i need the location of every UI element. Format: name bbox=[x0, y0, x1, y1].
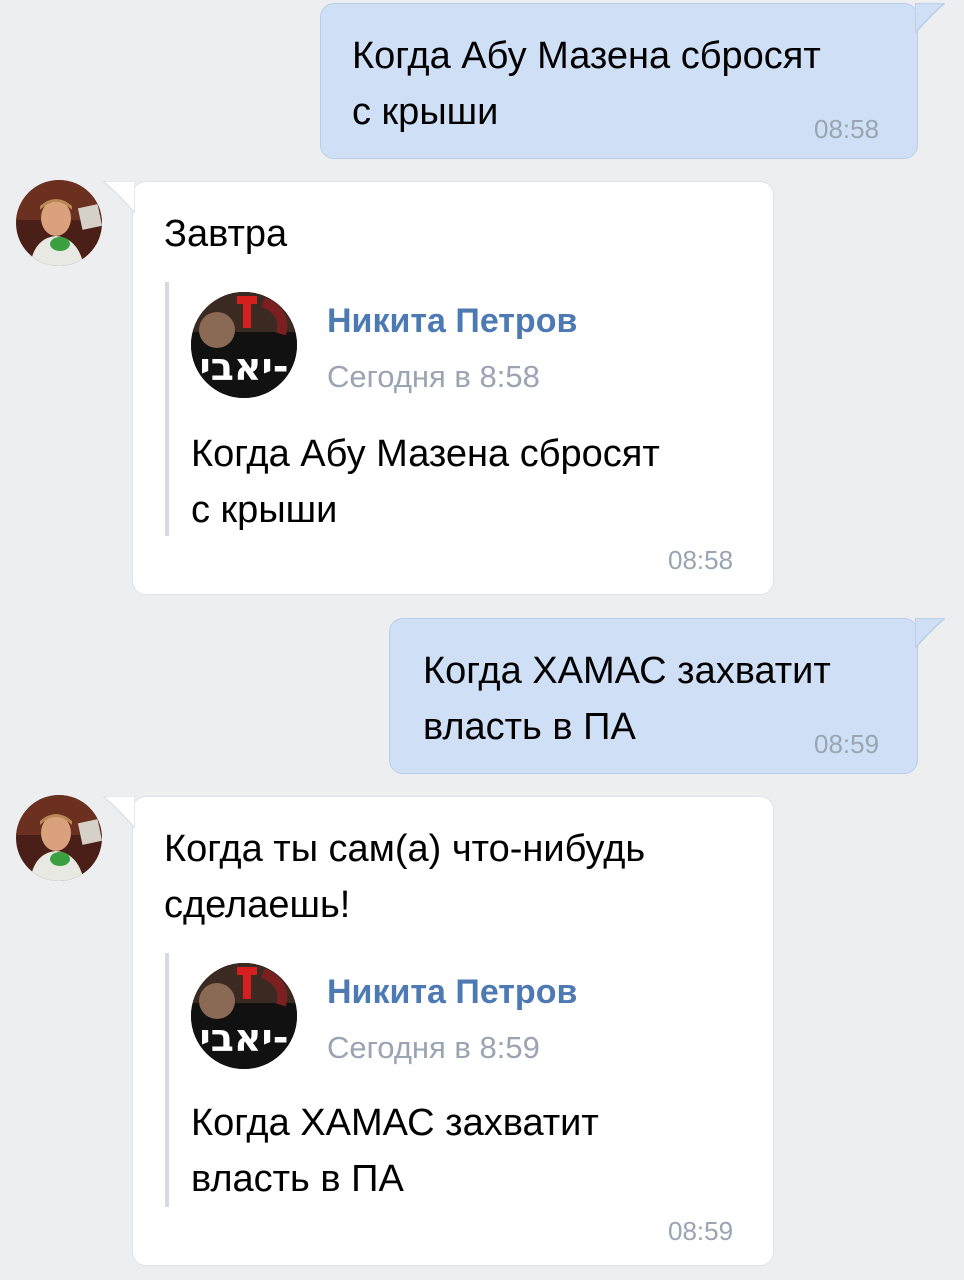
outgoing-message-bubble[interactable]: Когда ХАМАС захватит власть в ПА 08:59 bbox=[389, 618, 945, 774]
message-text: Когда Абу Мазена сбросят с крыши bbox=[352, 35, 821, 133]
bubble-tail bbox=[103, 796, 135, 828]
message-text: Когда ты сам(а) что-нибудь сделаешь! bbox=[164, 828, 646, 926]
message-time: 08:59 bbox=[814, 729, 880, 759]
hebrew-logo-icon: יאבי- bbox=[191, 963, 297, 1069]
bubble-tail bbox=[103, 181, 135, 213]
svg-text:יאבי-: יאבי- bbox=[200, 345, 289, 389]
svg-text:יאבי-: יאבי- bbox=[200, 1016, 289, 1060]
forward-avatar[interactable]: יאבי- bbox=[191, 963, 297, 1069]
message-time: 08:59 bbox=[668, 1216, 734, 1246]
forward-date: Сегодня в 8:59 bbox=[327, 1030, 540, 1065]
forward-author-name[interactable]: Никита Петров bbox=[327, 973, 577, 1012]
message-time: 08:58 bbox=[668, 545, 734, 575]
bubble-tail bbox=[915, 618, 945, 648]
incoming-message-bubble[interactable]: Завтра יאבי- Никита Петров Сегодня в 8:5… bbox=[103, 181, 774, 595]
user-photo-icon bbox=[16, 795, 102, 881]
message-time: 08:58 bbox=[814, 114, 880, 144]
bubble-tail bbox=[915, 3, 945, 33]
user-photo-icon bbox=[16, 180, 102, 266]
forward-text: Когда Абу Мазена сбросят с крыши bbox=[191, 433, 660, 531]
incoming-message-bubble[interactable]: Когда ты сам(а) что-нибудь сделаешь! יאב… bbox=[103, 796, 774, 1266]
message-text: Когда ХАМАС захватит власть в ПА bbox=[423, 650, 831, 748]
forward-bar bbox=[165, 282, 169, 536]
outgoing-message-bubble[interactable]: Когда Абу Мазена сбросят с крыши 08:58 bbox=[320, 3, 945, 159]
forward-bar bbox=[165, 953, 169, 1207]
forward-avatar[interactable]: יאבי- bbox=[191, 292, 297, 398]
forward-author-name[interactable]: Никита Петров bbox=[327, 302, 577, 341]
avatar[interactable] bbox=[16, 795, 102, 881]
message-text: Завтра bbox=[164, 213, 288, 255]
hebrew-logo-icon: יאבי- bbox=[191, 292, 297, 398]
avatar[interactable] bbox=[16, 180, 102, 266]
forward-text: Когда ХАМАС захватит власть в ПА bbox=[191, 1102, 599, 1200]
forward-date: Сегодня в 8:58 bbox=[327, 359, 540, 394]
